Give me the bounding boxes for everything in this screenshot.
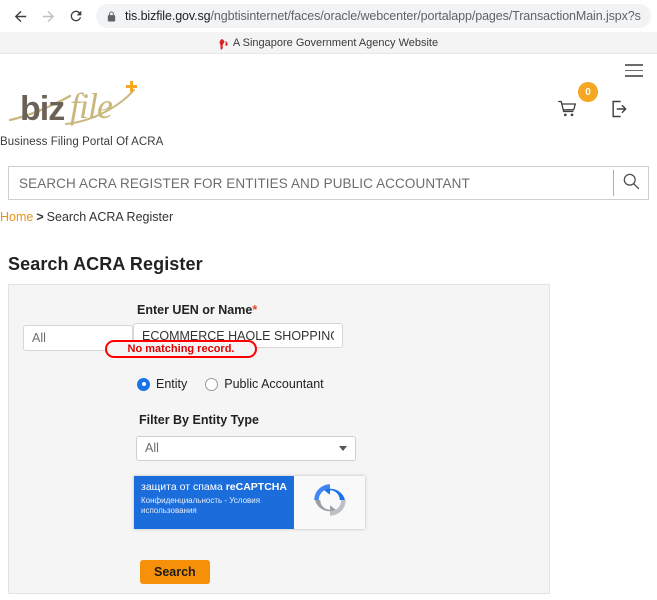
search-submit-button[interactable] [614, 167, 648, 199]
lock-icon [106, 10, 117, 23]
url-path: /ngbtisinternet/faces/oracle/webcenter/p… [210, 9, 641, 23]
arrow-left-icon [12, 8, 29, 25]
radio-option-entity[interactable]: Entity [137, 377, 187, 391]
breadcrumb: Home > Search ACRA Register [0, 210, 657, 224]
cart-icon[interactable] [557, 99, 577, 124]
search-form-panel: Enter UEN or Name* All No matching recor… [8, 284, 550, 594]
radio-public-accountant-label: Public Accountant [224, 377, 324, 391]
radio-entity-label: Entity [156, 377, 188, 391]
uen-field-label: Enter UEN or Name* [137, 303, 257, 317]
arrow-right-icon [40, 8, 57, 25]
url-host: tis.bizfile.gov.sg [125, 9, 211, 23]
radio-public-accountant-indicator[interactable] [205, 377, 219, 391]
url-text: tis.bizfile.gov.sg/ngbtisinternet/faces/… [125, 9, 641, 23]
filter-entity-type-label: Filter By Entity Type [139, 413, 259, 427]
chevron-down-icon [339, 446, 347, 451]
site-header: biz file Business Filing Portal Of ACRA [0, 54, 657, 166]
recaptcha-badge[interactable]: защита от спама reCAPTCHA Конфиденциальн… [134, 476, 365, 529]
reload-icon [68, 8, 84, 24]
breadcrumb-current: Search ACRA Register [46, 210, 174, 224]
search-submit-form-button[interactable]: Search [140, 560, 210, 584]
hamburger-menu-icon[interactable] [625, 64, 643, 81]
recaptcha-subtext: Конфиденциальность - Условия использован… [141, 496, 261, 515]
svg-text:biz: biz [20, 90, 64, 128]
header-icon-group: 0 [539, 54, 649, 166]
breadcrumb-home-link[interactable]: Home [0, 210, 33, 224]
government-banner-text: A Singapore Government Agency Website [232, 36, 439, 49]
recaptcha-brand: reCAPTCHA [225, 481, 287, 493]
recaptcha-text-panel: защита от спама reCAPTCHA Конфиденциальн… [134, 476, 294, 529]
magnifier-icon [621, 171, 641, 196]
svg-text:file: file [70, 86, 113, 126]
recaptcha-title-plain: защита от спама [141, 481, 226, 493]
browser-toolbar: tis.bizfile.gov.sg/ngbtisinternet/faces/… [0, 0, 657, 32]
radio-entity-indicator[interactable] [137, 377, 150, 391]
radio-option-public-accountant[interactable]: Public Accountant [205, 377, 324, 391]
cart-count-badge: 0 [578, 82, 598, 102]
error-message-text: No matching record. [127, 343, 235, 355]
required-asterisk: * [252, 303, 258, 317]
forward-button[interactable] [34, 2, 62, 30]
search-type-radio-group: Entity Public Accountant [137, 377, 324, 391]
government-banner: A Singapore Government Agency Website [0, 32, 657, 54]
portal-tagline: Business Filing Portal Of ACRA [0, 136, 164, 148]
back-button[interactable] [6, 2, 34, 30]
breadcrumb-separator: > [36, 210, 44, 224]
address-bar[interactable]: tis.bizfile.gov.sg/ngbtisinternet/faces/… [96, 4, 651, 28]
filter-entity-type-value: All [145, 441, 159, 455]
page-title: Search ACRA Register [8, 254, 203, 274]
recaptcha-logo-icon [312, 482, 348, 523]
singapore-flag-icon [219, 37, 229, 50]
search-input[interactable] [9, 167, 613, 199]
search-scope-value: All [32, 331, 46, 345]
recaptcha-logo-panel [294, 476, 365, 529]
filter-entity-type-select[interactable]: All [136, 436, 356, 461]
bizfile-logo[interactable]: biz file [8, 76, 208, 134]
error-message-box: No matching record. [105, 340, 257, 358]
recaptcha-title: защита от спама reCAPTCHA [141, 481, 287, 493]
reload-button[interactable] [62, 2, 90, 30]
login-icon[interactable] [609, 99, 629, 124]
uen-field-label-text: Enter UEN or Name [137, 303, 253, 317]
global-search-bar[interactable] [8, 166, 649, 200]
